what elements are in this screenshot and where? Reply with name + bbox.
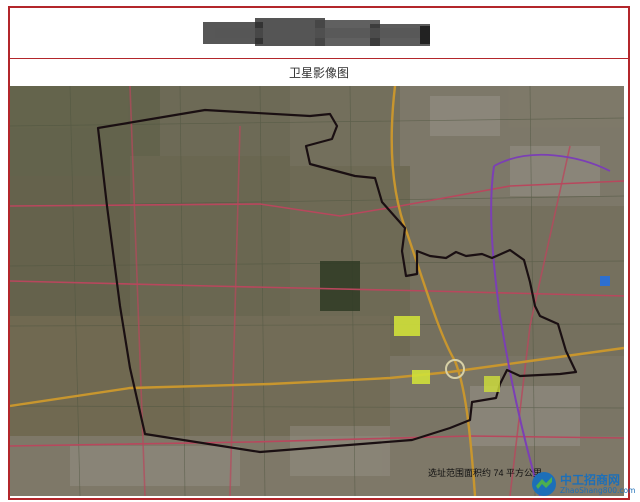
map-canvas	[10, 86, 624, 496]
watermark-url: ZhaoShang800.com	[560, 486, 636, 495]
satellite-map	[10, 86, 624, 496]
redacted-title	[203, 18, 430, 46]
company-logo-icon	[532, 472, 556, 496]
area-annotation: 选址范围面积约 74 平方公里	[428, 468, 543, 478]
subtitle-row: 卫星影像图	[10, 59, 628, 85]
title-bar	[10, 8, 628, 59]
watermark: 中工招商网 ZhaoShang800.com	[530, 470, 636, 498]
subtitle: 卫星影像图	[288, 65, 349, 80]
